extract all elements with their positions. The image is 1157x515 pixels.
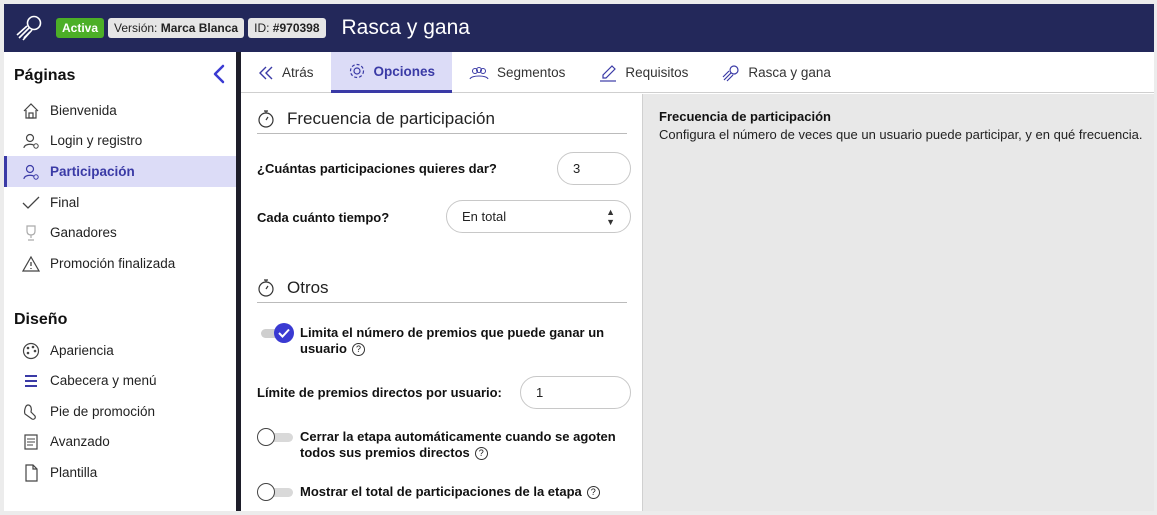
limit-prizes-label: Limita el número de premios que puede ga…: [300, 325, 605, 357]
foot-icon: [21, 402, 41, 422]
tab-segmentos[interactable]: Segmentos: [452, 52, 582, 93]
page-title: Rasca y gana: [341, 16, 470, 39]
double-chevron-left-icon: [258, 66, 274, 80]
tab-requisitos[interactable]: Requisitos: [582, 52, 705, 93]
stopwatch-icon: [257, 278, 279, 298]
help-icon[interactable]: ?: [474, 447, 488, 461]
tab-label: Opciones: [373, 63, 436, 79]
help-icon[interactable]: ?: [351, 343, 365, 357]
id-badge: ID: #970398: [248, 18, 326, 38]
help-icon[interactable]: ?: [586, 486, 600, 500]
logo-icon[interactable]: [4, 4, 56, 52]
menu-icon: [21, 371, 41, 391]
sidebar-item-apariencia[interactable]: Apariencia: [4, 335, 236, 366]
scroll-icon: [21, 432, 41, 452]
sidebar-item-label: Login y registro: [50, 133, 143, 148]
stopwatch-icon: [257, 109, 279, 129]
version-badge: Versión: Marca Blanca: [108, 18, 245, 38]
auto-close-label: Cerrar la etapa automáticamente cuando s…: [300, 429, 616, 461]
group-icon: [469, 66, 489, 80]
section-title: Frecuencia de participación: [287, 108, 495, 128]
sidebar: Páginas Bienvenida Login y registro Part…: [4, 52, 236, 511]
id-label: ID:: [254, 21, 270, 35]
sidebar-item-ganadores[interactable]: Ganadores: [4, 217, 236, 248]
palette-icon: [21, 341, 41, 361]
tab-rasca-y-gana[interactable]: Rasca y gana: [705, 52, 848, 93]
show-total-toggle[interactable]: [257, 483, 293, 501]
collapse-sidebar-icon[interactable]: [212, 64, 230, 84]
pages-section-title: Páginas: [14, 67, 76, 84]
version-label: Versión:: [114, 21, 158, 35]
help-title: Frecuencia de participación: [659, 109, 831, 124]
frequency-select[interactable]: En total ▲ ▼: [446, 200, 631, 233]
warning-icon: [21, 254, 41, 274]
sidebar-item-label: Final: [50, 195, 80, 210]
sidebar-item-login[interactable]: Login y registro: [4, 125, 236, 156]
id-value: #970398: [272, 21, 320, 35]
sidebar-item-label: Apariencia: [50, 343, 114, 358]
sidebar-item-cabecera[interactable]: Cabecera y menú: [4, 365, 236, 396]
tab-label: Atrás: [282, 65, 314, 80]
frequency-value: En total: [462, 209, 507, 224]
rocket-icon: [722, 64, 740, 82]
sidebar-item-label: Ganadores: [50, 225, 117, 240]
check-icon: [274, 323, 294, 343]
app-window: Activa Versión: Marca Blanca ID: #970398…: [4, 4, 1154, 511]
sidebar-item-label: Pie de promoción: [50, 404, 156, 419]
sidebar-item-label: Plantilla: [50, 465, 98, 480]
show-total-label: Mostrar el total de participaciones de l…: [300, 484, 600, 500]
tab-atras[interactable]: Atrás: [241, 52, 331, 93]
status-badge: Activa: [56, 18, 105, 38]
tab-label: Rasca y gana: [748, 65, 831, 80]
options-form: Frecuencia de participación ¿Cuántas par…: [241, 94, 642, 511]
sidebar-item-bienvenida[interactable]: Bienvenida: [4, 95, 236, 126]
home-icon: [21, 101, 41, 121]
sidebar-item-plantilla[interactable]: Plantilla: [4, 457, 236, 488]
pen-icon: [599, 64, 617, 82]
check-icon: [21, 193, 41, 213]
tab-opciones[interactable]: Opciones: [330, 52, 453, 93]
sidebar-item-label: Avanzado: [50, 434, 110, 449]
user-settings-icon: [21, 162, 41, 182]
participations-input[interactable]: 3: [557, 152, 631, 185]
version-value: Marca Blanca: [160, 21, 239, 35]
frequency-label: Cada cuánto tiempo?: [257, 210, 390, 225]
sidebar-item-label: Cabecera y menú: [50, 373, 157, 388]
sidebar-item-label: Promoción finalizada: [50, 256, 176, 271]
top-header: Activa Versión: Marca Blanca ID: #970398…: [4, 4, 1154, 52]
sidebar-item-participacion[interactable]: Participación: [4, 156, 236, 187]
user-icon: [21, 131, 41, 151]
participations-label: ¿Cuántas participaciones quieres dar?: [257, 161, 497, 176]
trophy-icon: [21, 223, 41, 243]
sidebar-item-label: Participación: [50, 164, 135, 179]
design-section-title: Diseño: [14, 311, 68, 328]
sidebar-item-final[interactable]: Final: [4, 187, 236, 218]
help-text: Configura el número de veces que un usua…: [659, 127, 1143, 142]
section-title: Otros: [287, 277, 329, 297]
gear-icon: [348, 62, 366, 80]
help-panel: Frecuencia de participación Configura el…: [642, 94, 1154, 511]
limit-prizes-toggle[interactable]: [257, 323, 294, 343]
section-otros: Otros: [257, 273, 627, 303]
sidebar-item-label: Bienvenida: [50, 103, 117, 118]
sidebar-item-pie[interactable]: Pie de promoción: [4, 396, 236, 427]
tab-label: Requisitos: [625, 65, 689, 80]
sidebar-item-finalizada[interactable]: Promoción finalizada: [4, 248, 236, 279]
file-icon: [21, 463, 41, 483]
tab-bar: Atrás Opciones Segmentos Requisitos Rasc…: [241, 52, 1154, 93]
section-frecuencia: Frecuencia de participación: [257, 104, 627, 134]
prize-limit-label: Límite de premios directos por usuario:: [257, 385, 502, 400]
sidebar-item-avanzado[interactable]: Avanzado: [4, 426, 236, 457]
select-caret-icon: ▲ ▼: [606, 206, 615, 227]
auto-close-toggle[interactable]: [257, 428, 293, 446]
tab-label: Segmentos: [497, 65, 566, 80]
prize-limit-input[interactable]: 1: [520, 376, 631, 409]
